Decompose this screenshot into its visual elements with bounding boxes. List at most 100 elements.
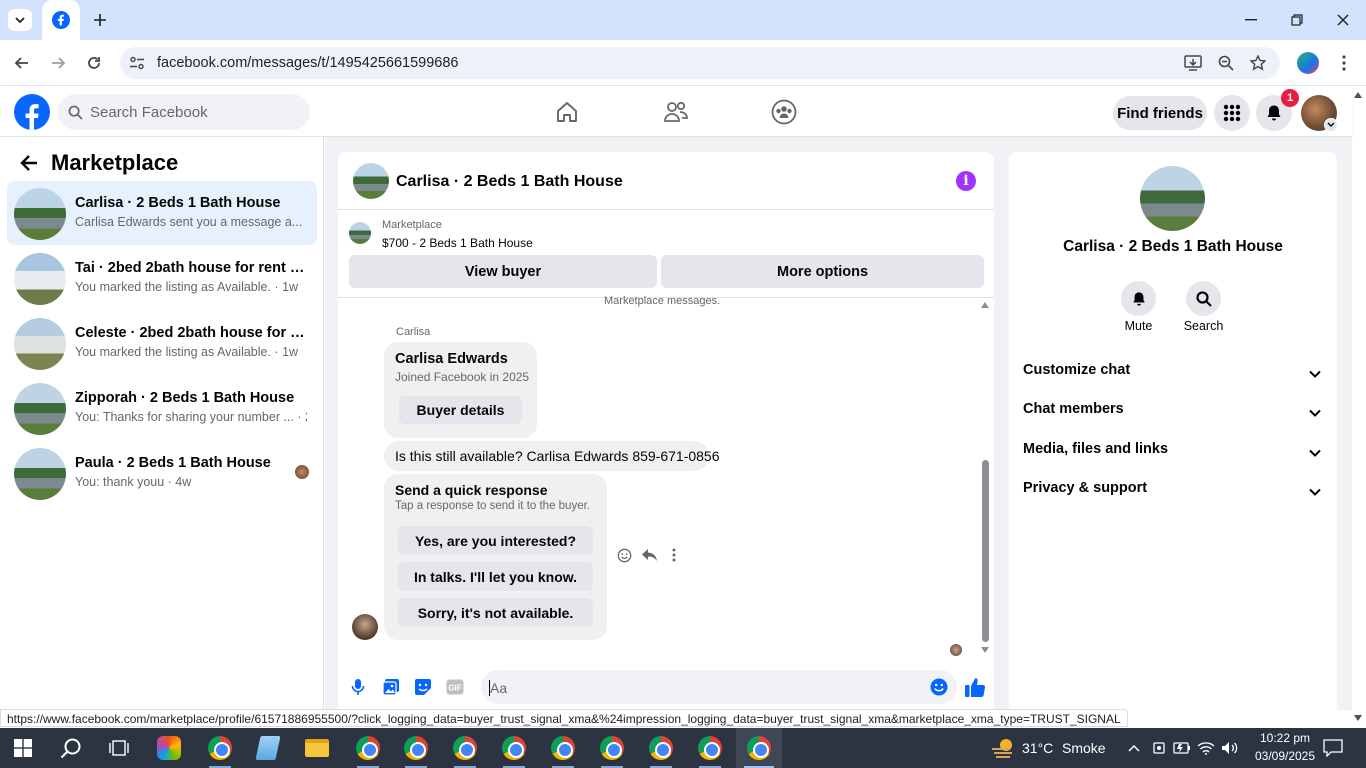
page-scroll-up-arrow-icon[interactable]	[1354, 92, 1362, 98]
copilot-app[interactable]	[146, 728, 192, 768]
react-icon[interactable]	[616, 547, 632, 563]
chrome-app[interactable]	[393, 728, 439, 768]
volume-icon[interactable]	[1221, 739, 1239, 757]
listing-price-title[interactable]: $700 - 2 Beds 1 Bath House	[382, 236, 533, 250]
chrome-app[interactable]	[491, 728, 537, 768]
chrome-icon	[404, 736, 428, 760]
reply-icon[interactable]	[640, 547, 658, 563]
site-info-icon[interactable]	[128, 54, 146, 72]
chrome-app[interactable]	[638, 728, 684, 768]
quick-response-option[interactable]: In talks. I'll let you know.	[398, 562, 593, 591]
start-button[interactable]	[0, 728, 46, 768]
weather-icon[interactable]	[990, 737, 1016, 759]
task-view-icon	[109, 740, 129, 756]
view-buyer-button[interactable]: View buyer	[349, 255, 657, 288]
battery-icon[interactable]	[1173, 739, 1191, 757]
weather-temp[interactable]: 31°C	[1022, 740, 1053, 756]
url-text[interactable]: facebook.com/messages/t/1495425661599686	[157, 55, 459, 71]
zoom-icon[interactable]	[1216, 53, 1236, 73]
tray-chevron-up-icon[interactable]	[1126, 740, 1142, 756]
buyer-name: Carlisa Edwards	[395, 351, 508, 367]
wifi-icon[interactable]	[1197, 739, 1215, 757]
chrome-app[interactable]	[687, 728, 733, 768]
scrollbar-thumb[interactable]	[982, 460, 989, 642]
conversation-item[interactable]: Celeste · 2bed 2bath house for ren... Yo…	[7, 311, 317, 375]
new-tab-button[interactable]	[88, 8, 112, 32]
search-chat-button[interactable]	[1186, 281, 1221, 316]
emoji-icon[interactable]	[929, 677, 949, 697]
install-app-icon[interactable]	[1183, 53, 1203, 73]
conversation-item[interactable]: Tai · 2bed 2bath house for rent ava... Y…	[7, 246, 317, 310]
home-nav-icon[interactable]	[553, 98, 581, 126]
clock-date[interactable]: 03/09/2025	[1250, 749, 1320, 763]
more-actions-icon[interactable]	[668, 547, 680, 563]
more-options-button[interactable]: More options	[661, 255, 984, 288]
photo-icon[interactable]	[381, 677, 401, 697]
menu-grid-button[interactable]	[1214, 95, 1250, 131]
read-receipt-avatar	[295, 465, 309, 479]
chevron-down-icon[interactable]	[1309, 404, 1321, 422]
forward-button[interactable]	[46, 51, 70, 75]
conversation-item[interactable]: Zipporah · 2 Beds 1 Bath House You: Than…	[7, 376, 317, 440]
chrome-app[interactable]	[589, 728, 635, 768]
browser-tab-facebook[interactable]	[42, 0, 80, 40]
chrome-app-active[interactable]	[736, 728, 782, 768]
notification-center-icon[interactable]	[1322, 737, 1344, 759]
meet-now-icon[interactable]	[1150, 739, 1168, 757]
scroll-down-arrow-icon[interactable]	[981, 647, 989, 653]
gif-icon[interactable]: GIF	[445, 678, 465, 696]
info-title: Carlisa · 2 Beds 1 Bath House	[1063, 238, 1283, 255]
reload-button[interactable]	[82, 51, 106, 75]
close-window-button[interactable]	[1330, 8, 1356, 32]
conversation-item[interactable]: Paula · 2 Beds 1 Bath House You: thank y…	[7, 441, 317, 505]
bookmark-star-icon[interactable]	[1248, 53, 1268, 73]
notepad-app[interactable]	[245, 728, 291, 768]
arrow-right-icon	[52, 57, 66, 69]
page-scroll-down-arrow-icon[interactable]	[1354, 715, 1362, 721]
account-chevron-icon[interactable]	[1324, 118, 1338, 132]
profile-avatar-icon[interactable]	[1297, 52, 1319, 74]
back-arrow-icon[interactable]	[17, 152, 41, 174]
file-explorer-app[interactable]	[294, 728, 340, 768]
chrome-app[interactable]	[345, 728, 391, 768]
message-input[interactable]	[481, 670, 957, 704]
section-privacy-support[interactable]: Privacy & support	[1023, 480, 1147, 496]
find-friends-button[interactable]: Find friends	[1113, 96, 1207, 130]
friends-nav-icon[interactable]	[661, 98, 691, 126]
restore-button[interactable]	[1284, 8, 1310, 32]
weather-desc[interactable]: Smoke	[1062, 740, 1106, 756]
chrome-app[interactable]	[540, 728, 586, 768]
minimize-button[interactable]	[1238, 8, 1264, 32]
scroll-up-arrow-icon[interactable]	[981, 302, 989, 308]
clock-time[interactable]: 10:22 pm	[1250, 731, 1320, 745]
section-customize-chat[interactable]: Customize chat	[1023, 362, 1130, 378]
section-chat-members[interactable]: Chat members	[1023, 401, 1124, 417]
taskbar-search-button[interactable]	[48, 728, 94, 768]
chevron-down-icon[interactable]	[1309, 483, 1321, 501]
section-media-files-links[interactable]: Media, files and links	[1023, 441, 1168, 457]
thumbs-up-icon[interactable]	[963, 675, 987, 699]
microphone-icon[interactable]	[349, 677, 367, 697]
chat-listing-avatar[interactable]	[353, 163, 389, 199]
task-view-button[interactable]	[96, 728, 142, 768]
chevron-down-icon[interactable]	[1309, 365, 1321, 383]
quick-response-option[interactable]: Sorry, it's not available.	[398, 598, 593, 627]
info-icon[interactable]: i	[956, 171, 976, 191]
chrome-app[interactable]	[442, 728, 488, 768]
chrome-icon	[649, 736, 673, 760]
tab-search-button[interactable]	[8, 9, 32, 31]
chat-title[interactable]: Carlisa · 2 Beds 1 Bath House	[396, 173, 623, 191]
chevron-down-icon[interactable]	[1309, 444, 1321, 462]
buyer-details-button[interactable]: Buyer details	[399, 396, 522, 424]
groups-nav-icon[interactable]	[769, 98, 799, 126]
mute-button[interactable]	[1121, 281, 1156, 316]
sticker-icon[interactable]	[413, 677, 433, 697]
sender-avatar[interactable]	[352, 614, 378, 640]
quick-response-option[interactable]: Yes, are you interested?	[398, 526, 593, 555]
facebook-logo-icon[interactable]	[14, 94, 50, 130]
info-listing-avatar	[1140, 166, 1205, 231]
back-button[interactable]	[10, 51, 34, 75]
chrome-app[interactable]	[197, 728, 243, 768]
conversation-item[interactable]: Carlisa · 2 Beds 1 Bath House Carlisa Ed…	[7, 181, 317, 245]
browser-menu-button[interactable]	[1334, 52, 1354, 74]
